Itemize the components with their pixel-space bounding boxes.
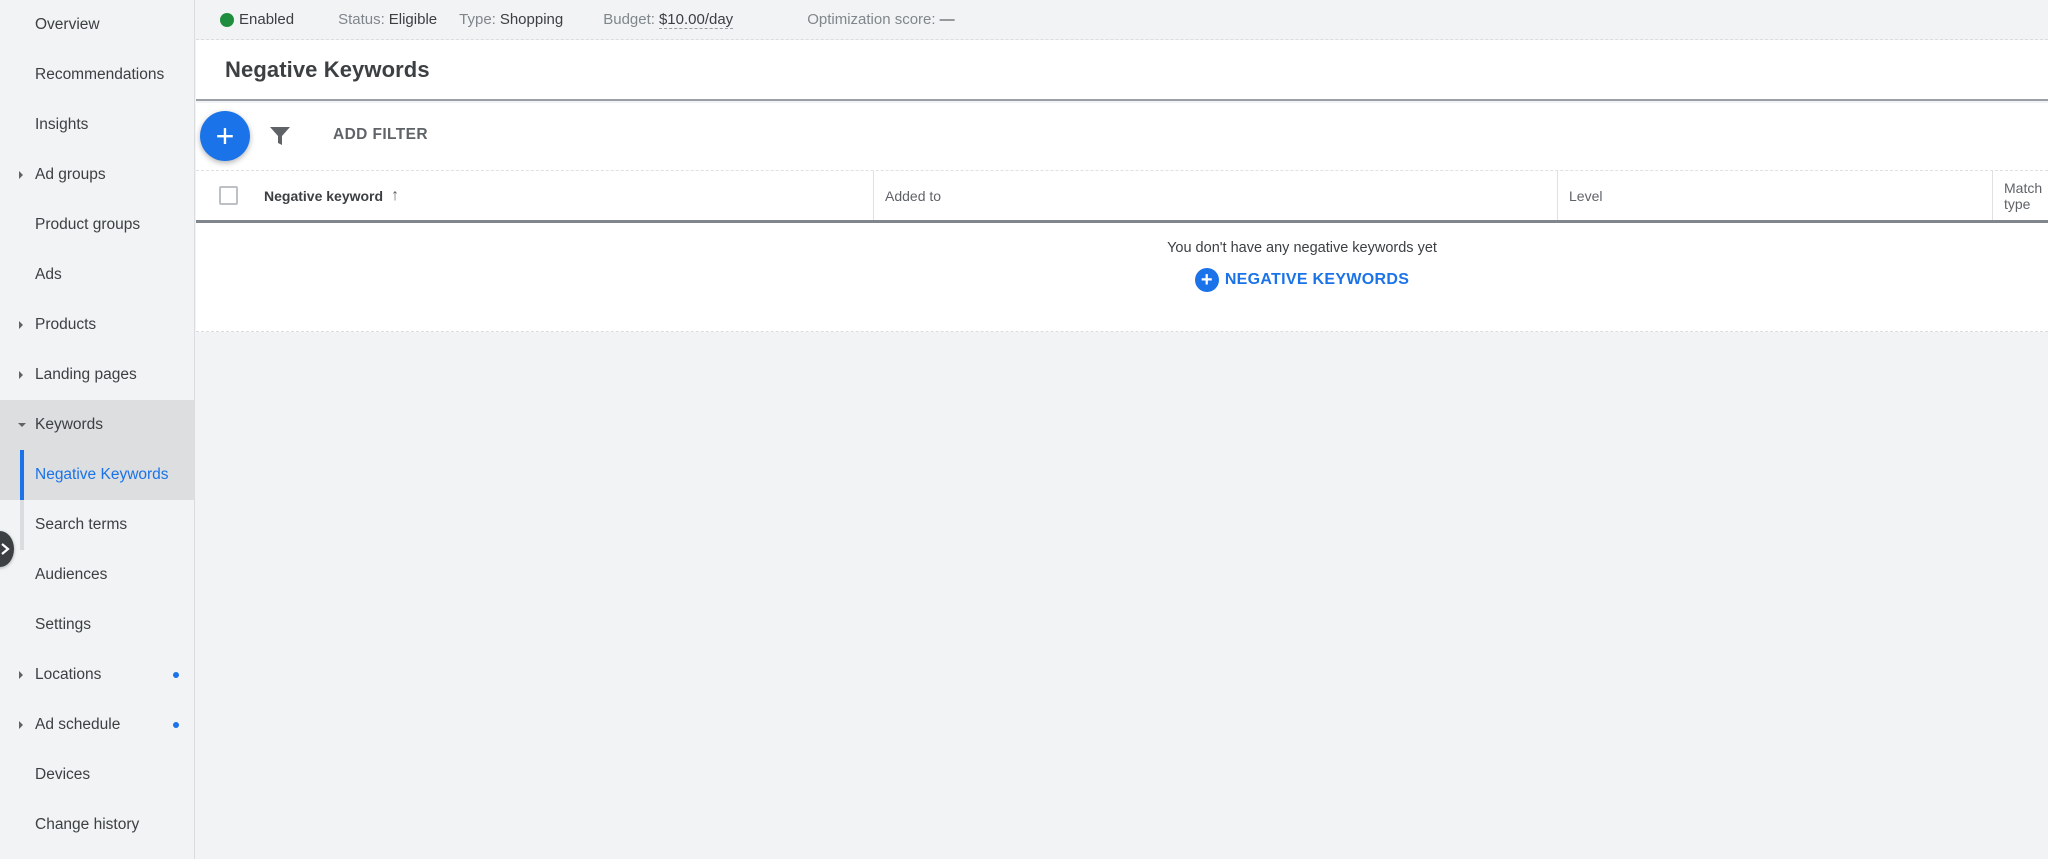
budget-value[interactable]: $10.00/day bbox=[658, 11, 734, 29]
sidebar-item-insights[interactable]: Insights bbox=[0, 100, 194, 150]
sidebar-item-label: Locations bbox=[35, 666, 102, 683]
column-header-label: Added to bbox=[885, 187, 942, 204]
table-header: Negative keyword ↑ Added to Level Match … bbox=[196, 171, 2048, 223]
sidebar-item-label: Overview bbox=[35, 16, 100, 33]
filter-icon[interactable] bbox=[269, 126, 291, 146]
sidebar-item-negative-keywords[interactable]: Negative Keywords bbox=[0, 450, 194, 500]
expand-caret-icon[interactable] bbox=[19, 721, 23, 729]
add-negative-keyword-button[interactable]: + bbox=[200, 111, 250, 161]
expand-caret-icon[interactable] bbox=[19, 371, 23, 379]
plus-icon: + bbox=[215, 118, 235, 154]
sidebar-item-product-groups[interactable]: Product groups bbox=[0, 200, 194, 250]
status-label: Status: bbox=[338, 11, 385, 28]
sidebar-item-label: Ad schedule bbox=[35, 716, 121, 733]
sidebar-item-label: Landing pages bbox=[35, 366, 137, 383]
sidebar-item-search-terms[interactable]: Search terms bbox=[0, 500, 194, 550]
enabled-status-icon bbox=[220, 12, 234, 27]
select-all-checkbox[interactable] bbox=[219, 186, 238, 205]
sidebar-item-label: Search terms bbox=[35, 516, 128, 533]
column-header-added-to[interactable]: Added to bbox=[874, 171, 1558, 220]
notification-dot-icon bbox=[173, 672, 179, 678]
campaign-state-value: Enabled bbox=[239, 11, 295, 28]
sidebar-nav: Overview Recommendations Insights Ad gro… bbox=[0, 0, 195, 859]
sidebar-item-label: Product groups bbox=[35, 216, 141, 233]
status-value: Eligible bbox=[388, 11, 438, 28]
add-negative-keywords-link[interactable]: + NEGATIVE KEYWORDS bbox=[1194, 268, 1410, 292]
column-header-label: Negative keyword bbox=[264, 187, 384, 204]
negative-keywords-table: Negative keyword ↑ Added to Level Match … bbox=[196, 171, 2048, 332]
expand-caret-icon[interactable] bbox=[19, 671, 23, 679]
campaign-status: Status: Eligible bbox=[338, 11, 437, 28]
sidebar-item-overview[interactable]: Overview bbox=[0, 0, 194, 50]
campaign-budget[interactable]: Budget: $10.00/day bbox=[603, 11, 734, 29]
sidebar-item-label: Ads bbox=[35, 266, 62, 283]
sidebar-item-label: Negative Keywords bbox=[35, 466, 169, 483]
page-header: Negative Keywords bbox=[196, 40, 2048, 101]
sidebar-item-label: Audiences bbox=[35, 566, 108, 583]
chevron-right-icon bbox=[1, 543, 10, 555]
type-label: Type: bbox=[459, 11, 496, 28]
sidebar-item-locations[interactable]: Locations bbox=[0, 650, 194, 700]
empty-state-message: You don't have any negative keywords yet bbox=[1167, 240, 1437, 256]
sidebar-item-change-history[interactable]: Change history bbox=[0, 800, 194, 850]
expand-caret-icon[interactable] bbox=[19, 171, 23, 179]
sidebar-item-label: Recommendations bbox=[35, 66, 165, 83]
sidebar-item-audiences[interactable]: Audiences bbox=[0, 550, 194, 600]
column-header-label: Match type bbox=[2004, 179, 2043, 212]
sidebar-item-ad-groups[interactable]: Ad groups bbox=[0, 150, 194, 200]
sidebar-item-keywords[interactable]: Keywords bbox=[0, 400, 194, 450]
budget-label: Budget: bbox=[603, 11, 655, 28]
campaign-status-bar: Enabled Status: Eligible Type: Shopping … bbox=[196, 0, 2048, 40]
sidebar-item-label: Change history bbox=[35, 816, 140, 833]
collapse-caret-icon[interactable] bbox=[18, 423, 26, 427]
sidebar-item-label: Devices bbox=[35, 766, 91, 783]
type-value: Shopping bbox=[499, 11, 564, 28]
sidebar-item-ads[interactable]: Ads bbox=[0, 250, 194, 300]
column-header-label: Level bbox=[1569, 187, 1603, 204]
sidebar-item-recommendations[interactable]: Recommendations bbox=[0, 50, 194, 100]
expand-caret-icon[interactable] bbox=[19, 321, 23, 329]
empty-state: You don't have any negative keywords yet… bbox=[196, 223, 2048, 332]
campaign-type: Type: Shopping bbox=[459, 11, 563, 28]
sidebar-item-label: Keywords bbox=[35, 416, 104, 433]
column-header-level[interactable]: Level bbox=[1558, 171, 1993, 220]
sidebar-item-settings[interactable]: Settings bbox=[0, 600, 194, 650]
sidebar-item-label: Products bbox=[35, 316, 97, 333]
column-header-match-type[interactable]: Match type bbox=[1993, 171, 2048, 220]
sidebar-item-label: Insights bbox=[35, 116, 89, 133]
optimization-value: — bbox=[939, 11, 955, 28]
add-negative-keywords-label: NEGATIVE KEYWORDS bbox=[1224, 271, 1410, 288]
add-circle-icon: + bbox=[1194, 268, 1219, 292]
page-title: Negative Keywords bbox=[225, 56, 430, 82]
notification-dot-icon bbox=[173, 722, 179, 728]
sidebar-item-landing-pages[interactable]: Landing pages bbox=[0, 350, 194, 400]
table-toolbar: + ADD FILTER bbox=[196, 103, 2048, 171]
sidebar-item-products[interactable]: Products bbox=[0, 300, 194, 350]
sidebar-item-ad-schedule[interactable]: Ad schedule bbox=[0, 700, 194, 750]
optimization-label: Optimization score: bbox=[807, 11, 936, 28]
optimization-score: Optimization score: — bbox=[807, 11, 954, 28]
select-all-cell bbox=[196, 171, 238, 220]
sidebar-item-label: Ad groups bbox=[35, 166, 106, 183]
sidebar-item-label: Settings bbox=[35, 616, 92, 633]
add-filter-button[interactable]: ADD FILTER bbox=[333, 126, 428, 144]
column-header-negative-keyword[interactable]: Negative keyword ↑ bbox=[238, 171, 874, 220]
sort-ascending-icon[interactable]: ↑ bbox=[391, 187, 399, 205]
campaign-state[interactable]: Enabled bbox=[220, 11, 294, 28]
sidebar-item-devices[interactable]: Devices bbox=[0, 750, 194, 800]
